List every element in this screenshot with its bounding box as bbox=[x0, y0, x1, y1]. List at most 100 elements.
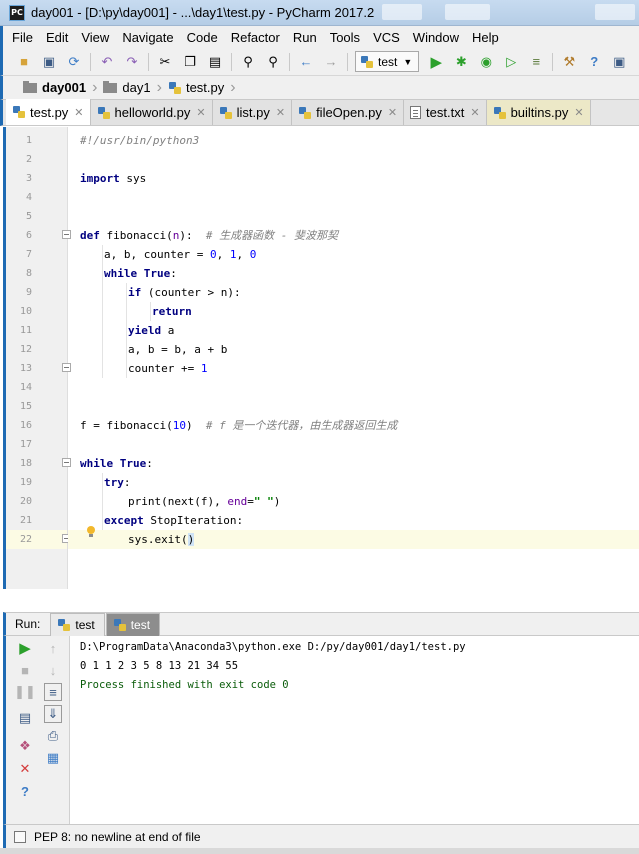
sync-icon[interactable]: ⟳ bbox=[65, 53, 83, 71]
find-icon[interactable]: ⚲ bbox=[239, 53, 257, 71]
paste-icon[interactable]: ▤ bbox=[206, 53, 224, 71]
menu-window[interactable]: Window bbox=[413, 30, 459, 45]
toolbar-separator bbox=[148, 52, 149, 71]
tab-label: list.py bbox=[236, 105, 270, 120]
line-number: 18 bbox=[19, 458, 32, 469]
tool-windows-icon[interactable] bbox=[14, 830, 26, 843]
down-arrow-icon[interactable]: ↓ bbox=[44, 661, 62, 679]
python-file-icon bbox=[219, 106, 233, 120]
console-line: Process finished with exit code 0 bbox=[80, 679, 289, 691]
rerun-icon[interactable]: ▶ bbox=[16, 639, 34, 657]
tab-test-txt[interactable]: test.txt ✕ bbox=[404, 100, 487, 125]
menu-help[interactable]: Help bbox=[472, 30, 499, 45]
up-arrow-icon[interactable]: ↑ bbox=[44, 639, 62, 657]
menu-code[interactable]: Code bbox=[187, 30, 218, 45]
close-icon[interactable]: ✕ bbox=[574, 106, 583, 119]
pause-icon[interactable]: ❚❚ bbox=[14, 683, 36, 701]
scroll-to-end-icon[interactable]: ⇓ bbox=[44, 705, 62, 723]
breadcrumb-item-project[interactable]: day001 bbox=[23, 80, 86, 95]
close-icon[interactable]: ✕ bbox=[388, 106, 397, 119]
replace-icon[interactable]: ⚲ bbox=[264, 53, 282, 71]
breadcrumb: day001 › day1 › test.py › bbox=[0, 76, 639, 100]
toolbar-separator bbox=[90, 52, 91, 71]
console-output[interactable]: D:\ProgramData\Anaconda3\python.exe D:/p… bbox=[80, 636, 639, 824]
concurrency-icon[interactable]: ≡ bbox=[527, 53, 545, 71]
help-icon[interactable]: ? bbox=[16, 782, 34, 800]
undo-icon[interactable]: ↶ bbox=[98, 53, 116, 71]
open-folder-icon[interactable]: ■ bbox=[15, 53, 33, 71]
close-icon[interactable]: ✕ bbox=[276, 106, 285, 119]
tab-label: test.py bbox=[30, 104, 69, 120]
lightbulb-icon[interactable] bbox=[86, 526, 96, 538]
redo-icon[interactable]: ↷ bbox=[123, 53, 141, 71]
python-file-icon bbox=[493, 106, 507, 120]
save-all-icon[interactable]: ▣ bbox=[40, 53, 58, 71]
menu-view[interactable]: View bbox=[81, 30, 109, 45]
line-number: 2 bbox=[25, 154, 32, 165]
run-config-label: test bbox=[378, 54, 398, 69]
forward-icon[interactable]: → bbox=[322, 53, 340, 71]
indent-guide bbox=[126, 283, 127, 378]
run-config-select[interactable]: test ▼ bbox=[355, 51, 420, 72]
profile-icon[interactable]: ▷ bbox=[502, 53, 520, 71]
code-editor[interactable]: 1 2 3 4 5 6 7 8 9 10 11 12 13 14 15 16 1… bbox=[3, 127, 639, 589]
menu-file[interactable]: File bbox=[12, 30, 33, 45]
python-file-icon bbox=[168, 81, 182, 95]
blurred-region bbox=[445, 4, 490, 20]
tab-helloworld-py[interactable]: helloworld.py ✕ bbox=[90, 100, 213, 125]
code-area[interactable]: #!/usr/bin/python3 import sys def fibona… bbox=[68, 127, 639, 589]
help-icon[interactable]: ? bbox=[585, 53, 603, 71]
line-number: 7 bbox=[25, 249, 32, 260]
tab-fileopen-py[interactable]: fileOpen.py ✕ bbox=[292, 100, 405, 125]
copy-icon[interactable]: ❐ bbox=[181, 53, 199, 71]
tab-test-py[interactable]: test.py ✕ bbox=[6, 99, 91, 125]
stop-icon[interactable]: ■ bbox=[16, 661, 34, 679]
status-message: PEP 8: no newline at end of file bbox=[34, 829, 201, 844]
code-line-20: print(next(f), end=" ") bbox=[128, 495, 281, 508]
run-tab-test[interactable]: test bbox=[50, 612, 105, 636]
settings-wrench-icon[interactable]: ⚒ bbox=[560, 53, 578, 71]
close-icon[interactable]: ✕ bbox=[196, 106, 205, 119]
editor-tabs: test.py ✕ helloworld.py ✕ list.py ✕ file… bbox=[0, 99, 639, 126]
text-file-icon bbox=[410, 106, 422, 119]
run-tab-test-active[interactable]: test bbox=[105, 612, 161, 636]
blurred-region bbox=[382, 4, 422, 20]
code-line-1: #!/usr/bin/python3 bbox=[80, 134, 200, 147]
code-line-18: while True: bbox=[80, 457, 153, 470]
line-number: 22 bbox=[19, 534, 32, 545]
soft-wrap-icon[interactable]: ≡ bbox=[44, 683, 62, 701]
close-icon[interactable]: ✕ bbox=[16, 760, 34, 778]
coverage-icon[interactable]: ◉ bbox=[477, 53, 495, 71]
menu-edit[interactable]: Edit bbox=[46, 30, 68, 45]
menu-run[interactable]: Run bbox=[293, 30, 317, 45]
tab-builtins-py[interactable]: builtins.py ✕ bbox=[486, 100, 591, 125]
cut-icon[interactable]: ✂ bbox=[156, 53, 174, 71]
menu-tools[interactable]: Tools bbox=[330, 30, 360, 45]
run-label: Run: bbox=[15, 617, 41, 631]
debug-icon[interactable]: ✱ bbox=[452, 53, 470, 71]
find-action-icon[interactable]: ▣ bbox=[610, 53, 628, 71]
run-icon[interactable]: ▶ bbox=[427, 53, 445, 71]
breadcrumb-item-folder[interactable]: day1 bbox=[103, 80, 151, 95]
indent-guide bbox=[150, 302, 151, 321]
menu-refactor[interactable]: Refactor bbox=[231, 30, 280, 45]
layout-icon[interactable]: ▤ bbox=[16, 709, 34, 727]
line-number: 19 bbox=[19, 477, 32, 488]
trash-icon[interactable]: ▦ bbox=[44, 749, 62, 767]
title-bar: PC day001 - [D:\py\day001] - ...\day1\te… bbox=[0, 0, 639, 26]
run-tab-label: test bbox=[75, 617, 95, 632]
menu-vcs[interactable]: VCS bbox=[373, 30, 400, 45]
python-file-icon bbox=[12, 105, 26, 119]
breadcrumb-item-file[interactable]: test.py bbox=[168, 80, 224, 95]
close-icon[interactable]: ✕ bbox=[74, 106, 83, 119]
pin-icon[interactable]: ❖ bbox=[16, 737, 34, 755]
run-panel: ▶ ↑ ■ ↓ ❚❚ ≡ ▤ ⇓ ⎙ ❖ ▦ ✕ ? D:\ProgramDat… bbox=[3, 636, 639, 824]
tab-label: test.txt bbox=[426, 105, 465, 120]
print-icon[interactable]: ⎙ bbox=[44, 727, 62, 745]
status-bar: PEP 8: no newline at end of file bbox=[3, 824, 639, 848]
menu-navigate[interactable]: Navigate bbox=[122, 30, 173, 45]
close-icon[interactable]: ✕ bbox=[470, 106, 479, 119]
back-icon[interactable]: ← bbox=[297, 53, 315, 71]
code-line-8: while True: bbox=[104, 267, 177, 280]
tab-list-py[interactable]: list.py ✕ bbox=[212, 100, 293, 125]
